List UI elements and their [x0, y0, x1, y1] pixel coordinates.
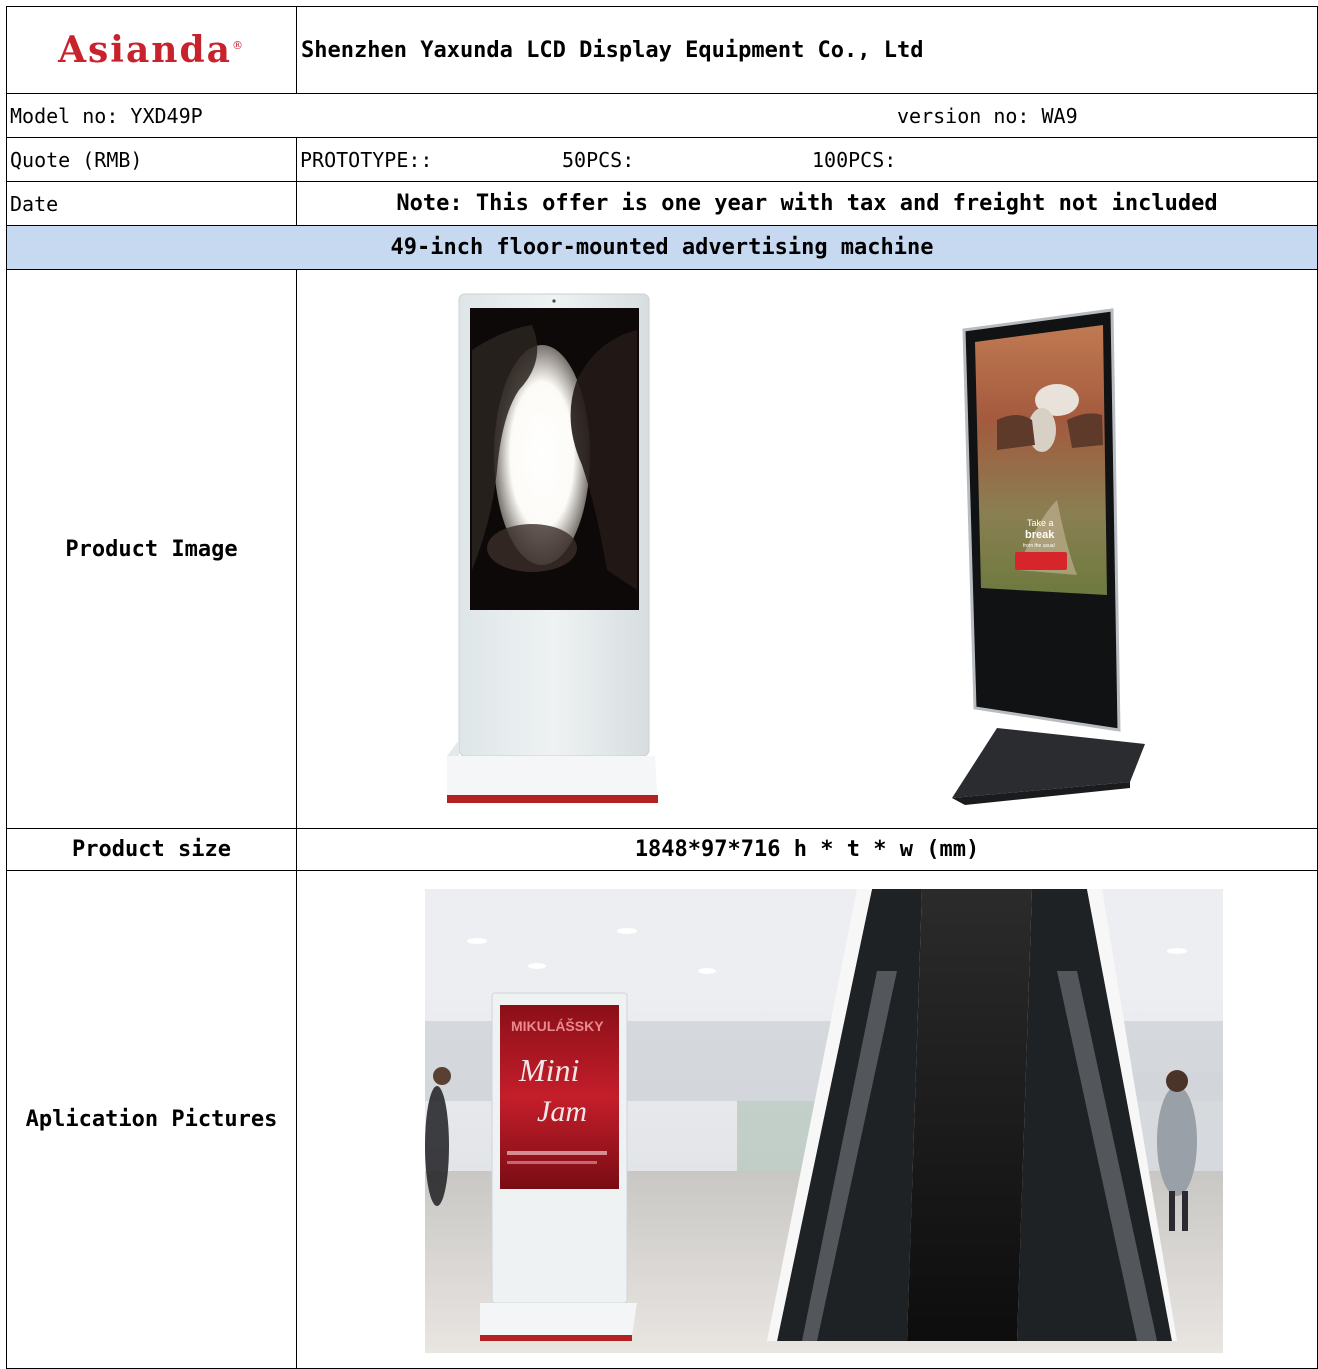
header-row: Asianda® Shenzhen Yaxunda LCD Display Eq…	[6, 6, 1318, 94]
application-label: Aplication Pictures	[6, 870, 297, 1369]
poster-text-mini: Mini	[518, 1052, 579, 1088]
quote-row: Quote (RMB) PROTOTYPE:: 50PCS: 100PCS:	[6, 137, 1318, 182]
product-image-label: Product Image	[6, 269, 297, 829]
application-row: Aplication Pictures MIKULÁŠSKY Mini Jam	[6, 870, 1318, 1369]
product-images: Take a break from the usual	[447, 293, 1145, 805]
title-row: 49-inch floor-mounted advertising machin…	[6, 225, 1318, 270]
model-cell: Model no: YXD49P version no: WA9	[6, 93, 1318, 138]
quote-label: Quote (RMB)	[6, 137, 297, 182]
quote-100pcs: 100PCS:	[812, 147, 897, 172]
poster-kiosk-icon: MIKULÁŠSKY Mini Jam	[480, 992, 637, 1341]
application-photo: MIKULÁŠSKY Mini Jam	[425, 889, 1223, 1353]
product-size-row: Product size 1848*97*716 h * t * w (mm)	[6, 828, 1318, 871]
quote-values: PROTOTYPE:: 50PCS: 100PCS:	[296, 137, 1318, 182]
logo-cell: Asianda®	[6, 6, 297, 94]
quote-50pcs: 50PCS:	[562, 147, 635, 172]
application-cell: MIKULÁŠSKY Mini Jam	[296, 870, 1318, 1369]
registered-mark: ®	[231, 39, 245, 52]
product-size-label: Product size	[6, 828, 297, 871]
product-image-row: Product Image Take a break from the usua…	[6, 269, 1318, 829]
brand-logo: Asianda	[58, 29, 232, 71]
product-size-value: 1848*97*716 h * t * w (mm)	[296, 828, 1318, 871]
date-label: Date	[6, 181, 297, 226]
product-image-cell: Take a break from the usual	[296, 269, 1318, 829]
version-number: version no: WA9	[897, 103, 1078, 128]
date-row: Date Note: This offer is one year with t…	[6, 181, 1318, 226]
model-number: Model no: YXD49P	[10, 103, 203, 128]
poster-text-jam: Jam	[537, 1095, 587, 1128]
quote-prototype: PROTOTYPE::	[300, 147, 433, 172]
ad-text-break: break	[1025, 529, 1055, 541]
white-kiosk-icon	[447, 293, 658, 803]
model-row: Model no: YXD49P version no: WA9	[6, 93, 1318, 138]
product-title: 49-inch floor-mounted advertising machin…	[6, 225, 1318, 270]
black-kiosk-icon: Take a break from the usual	[952, 308, 1145, 805]
ad-text-usual: from the usual	[1023, 543, 1055, 549]
quote-sheet: Asianda® Shenzhen Yaxunda LCD Display Eq…	[6, 6, 1318, 1369]
offer-note: Note: This offer is one year with tax an…	[296, 181, 1318, 226]
company-name: Shenzhen Yaxunda LCD Display Equipment C…	[296, 6, 1318, 94]
spec-table: Asianda® Shenzhen Yaxunda LCD Display Eq…	[6, 6, 1318, 1369]
ad-text-take: Take a	[1027, 518, 1054, 528]
poster-text-top: MIKULÁŠSKY	[511, 1017, 604, 1034]
